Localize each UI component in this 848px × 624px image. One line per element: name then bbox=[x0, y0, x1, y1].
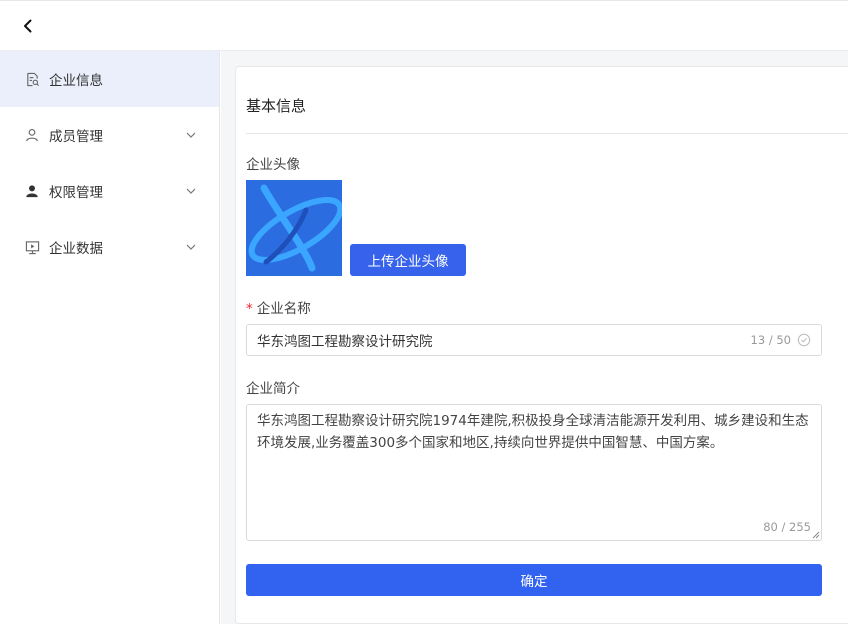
monitor-icon bbox=[24, 239, 40, 255]
check-circle-icon bbox=[797, 333, 811, 347]
user-outline-icon bbox=[24, 127, 40, 143]
top-bar bbox=[0, 0, 848, 51]
sidebar-item-label: 成员管理 bbox=[49, 129, 103, 145]
company-name-label: * 企业名称 bbox=[246, 297, 311, 317]
basic-info-panel: 基本信息 企业头像 上传企业头像 *企业名称 13 / 50 企业简介 华东鸿图… bbox=[235, 66, 848, 624]
chevron-down-icon bbox=[186, 132, 196, 138]
company-name-input[interactable] bbox=[247, 325, 751, 355]
upload-avatar-button[interactable]: 上传企业头像 bbox=[350, 244, 466, 276]
sidebar-item-members[interactable]: 成员管理 bbox=[0, 107, 219, 163]
user-filled-icon bbox=[24, 183, 40, 199]
company-name-field[interactable]: 13 / 50 bbox=[246, 324, 822, 356]
resize-grip-icon[interactable] bbox=[812, 531, 820, 539]
back-button[interactable] bbox=[17, 15, 39, 37]
intro-char-counter: 80 / 255 bbox=[763, 520, 811, 534]
company-intro-textarea[interactable]: 华东鸿图工程勘察设计研究院1974年建院,积极投身全球清洁能源开发利用、城乡建设… bbox=[247, 405, 821, 540]
company-intro-label: 企业简介 bbox=[246, 381, 300, 397]
company-logo-icon bbox=[246, 180, 342, 276]
chevron-down-icon bbox=[186, 188, 196, 194]
sidebar: 企业信息 成员管理 权限管理 企业数据 bbox=[0, 51, 220, 624]
required-mark: * bbox=[246, 301, 253, 317]
divider bbox=[246, 133, 848, 134]
section-title: 基本信息 bbox=[246, 97, 307, 115]
sidebar-item-permissions[interactable]: 权限管理 bbox=[0, 163, 219, 219]
sidebar-item-label: 企业数据 bbox=[49, 241, 103, 257]
sidebar-item-company-info[interactable]: 企业信息 bbox=[0, 51, 219, 107]
sidebar-item-label: 权限管理 bbox=[49, 185, 103, 201]
sidebar-item-label: 企业信息 bbox=[49, 73, 103, 89]
chevron-down-icon bbox=[186, 244, 196, 250]
avatar-label: 企业头像 bbox=[246, 157, 300, 173]
chevron-left-icon bbox=[24, 19, 32, 33]
company-avatar bbox=[246, 180, 342, 276]
name-char-counter: 13 / 50 bbox=[750, 333, 791, 347]
document-search-icon bbox=[24, 71, 40, 87]
sidebar-item-company-data[interactable]: 企业数据 bbox=[0, 219, 219, 275]
company-name-label-text: 企业名称 bbox=[256, 301, 311, 317]
company-intro-field[interactable]: 华东鸿图工程勘察设计研究院1974年建院,积极投身全球清洁能源开发利用、城乡建设… bbox=[246, 404, 822, 541]
confirm-button[interactable]: 确定 bbox=[246, 564, 822, 596]
